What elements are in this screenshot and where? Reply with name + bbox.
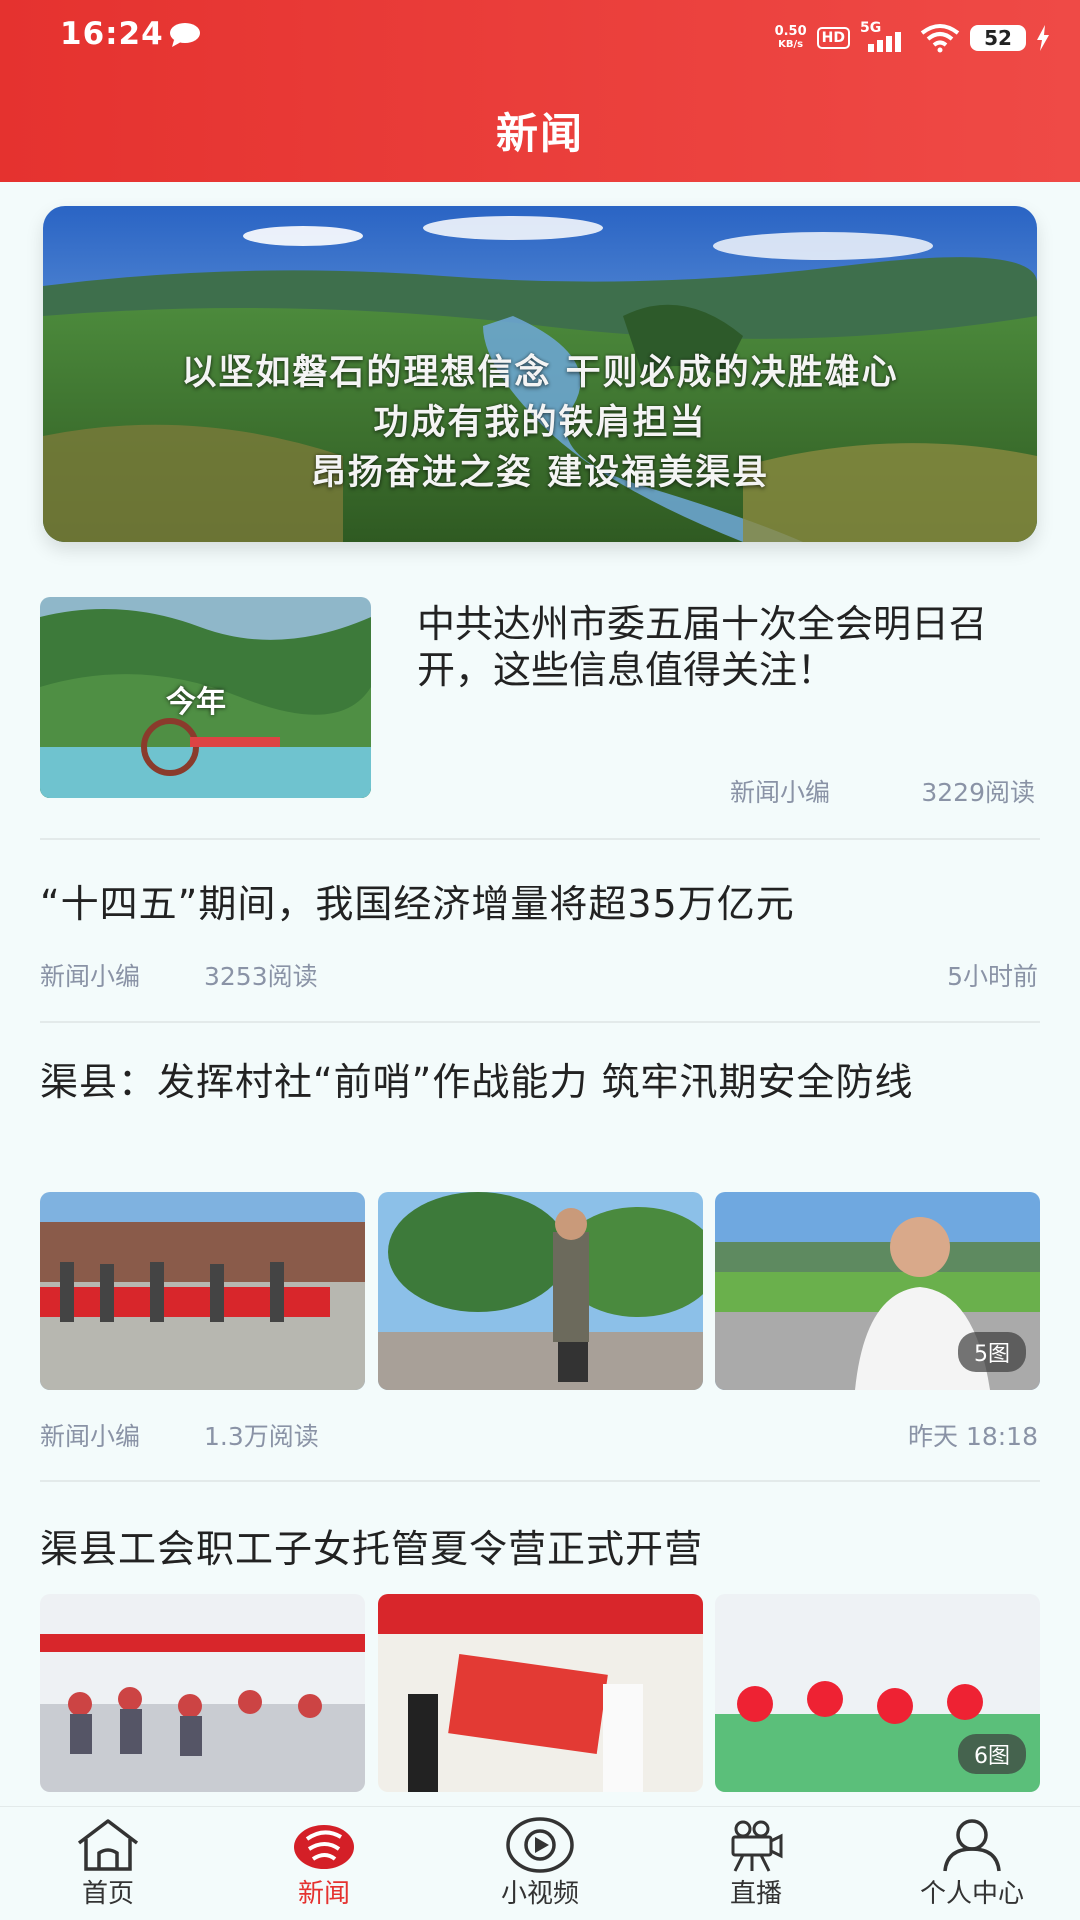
play-video-icon <box>506 1817 574 1873</box>
app-header: 16:24 0.50 KB/s HD 5G 52 新闻 <box>0 0 1080 182</box>
divider <box>40 1480 1040 1482</box>
status-indicators: 0.50 KB/s HD 5G 52 <box>775 18 1050 58</box>
home-icon <box>77 1819 139 1871</box>
user-icon <box>943 1819 1001 1872</box>
banner-carousel[interactable]: 以坚如磐石的理想信念 干则必成的决胜雄心 功成有我的铁肩担当 昂扬奋进之姿 建设… <box>43 206 1037 542</box>
news-time: 5小时前 <box>947 962 1038 991</box>
image-count-badge: 5图 <box>958 1332 1026 1372</box>
divider <box>40 838 1040 840</box>
news-image[interactable] <box>378 1192 703 1390</box>
news-author: 新闻小编 <box>40 962 141 991</box>
nav-live[interactable]: 直播 <box>648 1807 864 1920</box>
battery-indicator: 52 <box>970 25 1026 51</box>
nav-label: 个人中心 <box>919 1879 1024 1909</box>
cellular-signal-icon: 5G <box>860 20 910 54</box>
news-thumbnail: 今年 <box>40 597 371 798</box>
status-time: 16:24 <box>60 16 164 52</box>
banner-line-2: 功成有我的铁肩担当 <box>373 403 707 443</box>
net-speed: 0.50 KB/s <box>775 25 807 51</box>
net-speed-value: 0.50 <box>774 24 807 39</box>
live-camera-icon <box>731 1820 783 1872</box>
news-title[interactable]: 中共达州市委五届十次全会明日召开，这些信息值得关注！ <box>417 601 1027 693</box>
news-image[interactable] <box>40 1594 365 1792</box>
status-bar: 16:24 0.50 KB/s HD 5G 52 <box>0 12 1080 62</box>
news-image[interactable] <box>40 1192 365 1390</box>
nav-news[interactable]: 新闻 <box>216 1807 432 1920</box>
thumbnail-caption: 今年 <box>166 685 226 720</box>
news-image-row: 5图 <box>40 1192 1040 1390</box>
news-image[interactable]: 6图 <box>715 1594 1040 1792</box>
news-reads: 3229阅读 <box>921 778 1035 807</box>
nav-label: 小视频 <box>500 1879 579 1909</box>
banner-line-3: 昂扬奋进之姿 建设福美渠县 <box>310 453 770 493</box>
news-image[interactable] <box>378 1594 703 1792</box>
hd-badge: HD <box>816 27 850 49</box>
nav-label: 直播 <box>729 1879 782 1909</box>
chat-bubble-icon <box>170 23 200 47</box>
wifi-icon <box>920 24 960 53</box>
news-title[interactable]: “十四五”期间，我国经济增量将超35万亿元 <box>40 873 795 928</box>
net-speed-unit: KB/s <box>778 39 804 50</box>
news-reads: 3253阅读 <box>204 962 318 991</box>
news-title[interactable]: 渠县：发挥村社“前哨”作战能力 筑牢汛期安全防线 <box>40 1053 1040 1111</box>
news-author: 新闻小编 <box>40 1422 141 1451</box>
news-item[interactable]: 今年 中共达州市委五届十次全会明日召开，这些信息值得关注！ 新闻小编 3229阅… <box>40 597 1040 837</box>
news-image[interactable]: 5图 <box>715 1192 1040 1390</box>
nav-profile[interactable]: 个人中心 <box>864 1807 1080 1920</box>
nav-label: 新闻 <box>297 1879 350 1909</box>
news-author: 新闻小编 <box>730 778 831 807</box>
divider <box>40 1021 1040 1023</box>
nav-label: 首页 <box>81 1879 134 1909</box>
nav-home[interactable]: 首页 <box>0 1807 216 1920</box>
news-time: 昨天 18:18 <box>908 1422 1038 1451</box>
news-title[interactable]: 渠县工会职工子女托管夏令营正式开营 <box>40 1518 703 1573</box>
news-logo-icon <box>294 1825 354 1869</box>
banner-line-1: 以坚如磐石的理想信念 干则必成的决胜雄心 <box>181 353 899 393</box>
page-title: 新闻 <box>495 109 584 158</box>
charging-bolt-icon <box>1037 25 1049 51</box>
nav-short-video[interactable]: 小视频 <box>432 1807 648 1920</box>
news-image-row: 6图 <box>40 1594 1040 1792</box>
bottom-navigation: 首页 新闻 小视频 直播 个人中心 <box>0 1806 1080 1920</box>
banner-slogan: 以坚如磐石的理想信念 干则必成的决胜雄心 功成有我的铁肩担当 昂扬奋进之姿 建设… <box>43 348 1037 498</box>
news-reads: 1.3万阅读 <box>204 1422 319 1451</box>
image-count-badge: 6图 <box>958 1734 1026 1774</box>
